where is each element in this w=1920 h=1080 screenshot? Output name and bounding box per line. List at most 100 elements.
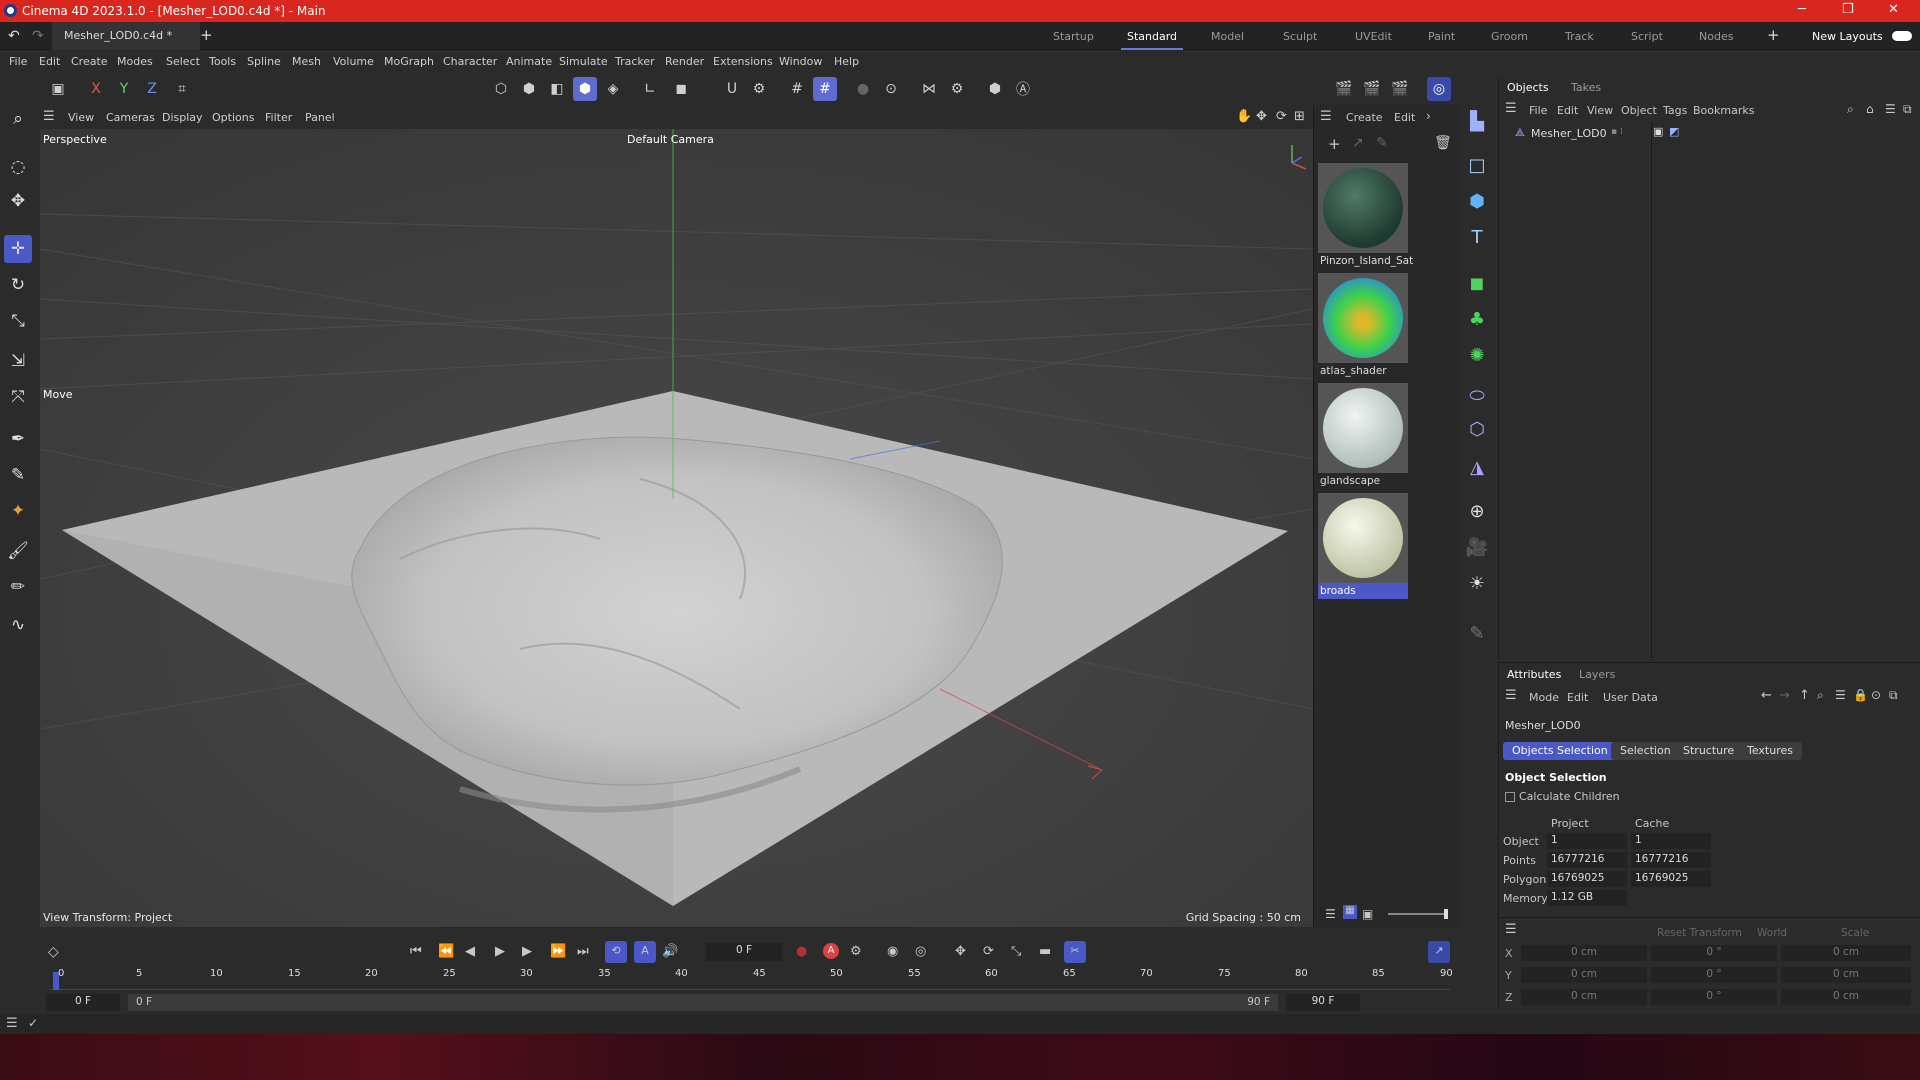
home-icon[interactable]: ⌂ bbox=[1866, 102, 1874, 116]
transfer-tool-icon[interactable]: ⇲ bbox=[4, 347, 32, 375]
material-item[interactable]: glandscape bbox=[1318, 383, 1408, 489]
texture-mode-icon[interactable]: ◈ bbox=[601, 77, 625, 101]
coordinate-system-icon[interactable]: ⌗ bbox=[170, 77, 194, 101]
material-menu-create[interactable]: Create bbox=[1346, 111, 1383, 124]
back-icon[interactable]: ← bbox=[1761, 688, 1772, 703]
scale-tool-icon[interactable]: ⤡ bbox=[4, 307, 32, 335]
motion-path-icon[interactable]: ◎ bbox=[915, 944, 926, 959]
menu-animate[interactable]: Animate bbox=[506, 55, 552, 68]
go-to-end-icon[interactable]: ⏭ bbox=[577, 944, 589, 959]
sketch-icon[interactable]: ✎ bbox=[1463, 619, 1491, 647]
lock-icon[interactable]: 🔒 bbox=[1853, 688, 1868, 702]
layout-tab-startup[interactable]: Startup bbox=[1053, 30, 1094, 43]
material-item[interactable]: atlas_shader bbox=[1318, 273, 1408, 379]
previous-frame-icon[interactable]: ◀ bbox=[465, 944, 475, 959]
position-field[interactable]: 0 cm bbox=[1521, 967, 1647, 983]
scale-key-icon[interactable]: ⤡ bbox=[1011, 944, 1021, 959]
menu-simulate[interactable]: Simulate bbox=[559, 55, 608, 68]
menu-mograph[interactable]: MoGraph bbox=[384, 55, 434, 68]
previous-key-icon[interactable]: ⏪ bbox=[438, 944, 454, 959]
next-key-icon[interactable]: ⏩ bbox=[550, 944, 566, 959]
rotation-key-icon[interactable]: ⟳ bbox=[983, 944, 994, 959]
menu-create[interactable]: Create bbox=[71, 55, 108, 68]
viewport-menu-options[interactable]: Options bbox=[212, 111, 254, 124]
search-icon[interactable]: ⌕ bbox=[1817, 688, 1824, 703]
viewport-menu-cameras[interactable]: Cameras bbox=[106, 111, 155, 124]
timeline-window-icon[interactable]: ↗ bbox=[1428, 941, 1450, 963]
render-settings-icon[interactable]: ⊙ bbox=[879, 77, 903, 101]
viewport-hamburger-icon[interactable]: ☰ bbox=[43, 109, 55, 124]
attributes-hamburger-icon[interactable]: ☰ bbox=[1505, 688, 1517, 703]
filter-icon[interactable]: ☰ bbox=[1835, 688, 1846, 702]
search-icon[interactable]: ⌕ bbox=[4, 105, 32, 133]
material-menu-edit[interactable]: Edit bbox=[1394, 111, 1415, 124]
redo-icon[interactable]: ↷ bbox=[32, 28, 44, 44]
keyframe-icon[interactable]: ◇ bbox=[48, 944, 59, 960]
snap-icon[interactable]: U bbox=[720, 77, 744, 101]
menu-edit[interactable]: Edit bbox=[39, 55, 60, 68]
large-view-icon[interactable]: ▣ bbox=[1362, 907, 1373, 921]
deformer-icon[interactable]: ⬭ bbox=[1463, 381, 1491, 409]
symmetry-icon[interactable]: ⋈ bbox=[917, 77, 941, 101]
new-layouts-toggle[interactable] bbox=[1892, 31, 1912, 41]
magnet-icon[interactable]: ∿ bbox=[4, 611, 32, 639]
objects-menu-edit[interactable]: Edit bbox=[1557, 104, 1578, 117]
render-view-icon[interactable]: 🎬 bbox=[1332, 77, 1356, 101]
filter-icon[interactable]: ☰ bbox=[1885, 102, 1896, 116]
redshift-icon[interactable]: ◎ bbox=[1427, 77, 1451, 101]
subtab-structure[interactable]: Structure bbox=[1674, 742, 1744, 760]
coordinate-mode-select[interactable]: Scale bbox=[1841, 927, 1869, 939]
spline-pen-icon[interactable]: ✒ bbox=[4, 425, 32, 453]
layout-tab-track[interactable]: Track bbox=[1565, 30, 1594, 43]
move-tool-icon[interactable]: ✛ bbox=[4, 235, 32, 263]
menu-character[interactable]: Character bbox=[443, 55, 497, 68]
viewport-menu-display[interactable]: Display bbox=[162, 111, 203, 124]
text-spline-icon[interactable]: T bbox=[1463, 223, 1491, 251]
layout-tab-uvedit[interactable]: UVEdit bbox=[1355, 30, 1392, 43]
lock-x-button[interactable]: X bbox=[84, 77, 108, 101]
layout-tab-model[interactable]: Model bbox=[1211, 30, 1244, 43]
close-icon[interactable]: ✕ bbox=[1888, 2, 1899, 17]
tab-takes[interactable]: Takes bbox=[1571, 81, 1601, 94]
select-tool-icon[interactable]: ◌ bbox=[4, 153, 32, 181]
light-icon[interactable]: ☀ bbox=[1463, 569, 1491, 597]
position-field[interactable]: 0 cm bbox=[1521, 945, 1647, 961]
visibility-dots-icon[interactable]: ▪ ⁞ bbox=[1611, 127, 1623, 137]
layout-tab-standard[interactable]: Standard bbox=[1120, 30, 1184, 50]
scale-field[interactable]: 0 cm bbox=[1781, 945, 1911, 961]
objects-menu-file[interactable]: File bbox=[1529, 104, 1547, 117]
play-icon[interactable]: ▶ bbox=[495, 944, 505, 959]
live-select-icon[interactable]: ✥ bbox=[4, 187, 32, 215]
field-icon[interactable]: ⬡ bbox=[1463, 415, 1491, 443]
viewport-menu-panel[interactable]: Panel bbox=[305, 111, 335, 124]
edges-mode-icon[interactable]: ⬢ bbox=[517, 77, 541, 101]
menu-help[interactable]: Help bbox=[834, 55, 859, 68]
viewport-menu-filter[interactable]: Filter bbox=[265, 111, 292, 124]
keyframe-selection-icon[interactable]: ◉ bbox=[887, 944, 898, 959]
dolly-icon[interactable]: ✥ bbox=[1256, 109, 1267, 124]
parameter-key-icon[interactable]: ▬ bbox=[1039, 944, 1051, 959]
subdivision-icon[interactable]: ◼ bbox=[1463, 269, 1491, 297]
rotation-field[interactable]: 0 ° bbox=[1651, 989, 1777, 1005]
object-manager-icon[interactable]: ▣ bbox=[46, 77, 70, 101]
restore-icon[interactable]: ❐ bbox=[1842, 2, 1854, 17]
objects-menu-object[interactable]: Object bbox=[1621, 104, 1657, 117]
spline-sketch-icon[interactable]: ✎ bbox=[4, 461, 32, 489]
points-mode-icon[interactable]: ⬡ bbox=[489, 77, 513, 101]
material-size-slider[interactable] bbox=[1388, 909, 1448, 919]
grid-view-icon[interactable]: ▦ bbox=[1343, 905, 1357, 919]
current-frame-field[interactable]: 0 F bbox=[706, 943, 782, 961]
scene-object-icon[interactable]: ◮ bbox=[1463, 453, 1491, 481]
axis-mode-icon[interactable]: ∟ bbox=[638, 77, 662, 101]
attributes-menu-mode[interactable]: Mode bbox=[1529, 691, 1559, 704]
viewport-camera-label[interactable]: Default Camera bbox=[627, 133, 714, 146]
menu-spline[interactable]: Spline bbox=[247, 55, 281, 68]
snap-settings-icon[interactable]: ⚙ bbox=[747, 77, 771, 101]
document-tab[interactable]: Mesher_LOD0.c4d * bbox=[52, 22, 200, 50]
menu-render[interactable]: Render bbox=[665, 55, 704, 68]
new-window-icon[interactable]: ⧉ bbox=[1889, 688, 1898, 703]
tag-icon[interactable]: ▣ bbox=[1653, 125, 1663, 138]
cube-icon[interactable]: ⬢ bbox=[1463, 187, 1491, 215]
material-tag-icon[interactable]: ◩ bbox=[1669, 125, 1679, 138]
menu-modes[interactable]: Modes bbox=[117, 55, 153, 68]
